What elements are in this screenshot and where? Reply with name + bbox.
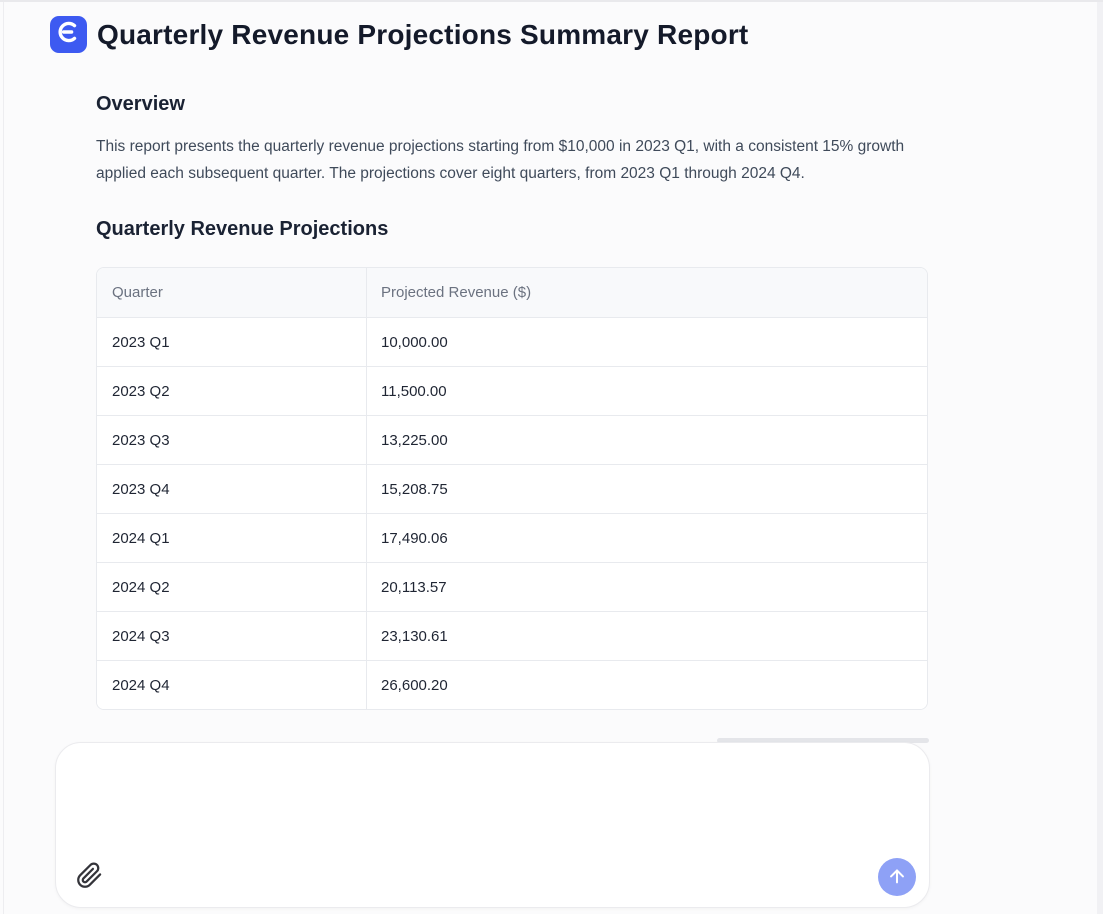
cell-quarter: 2024 Q1 (97, 513, 366, 562)
table-row: 2023 Q1 10,000.00 (97, 317, 927, 366)
cell-revenue: 26,600.20 (366, 660, 927, 709)
table-row: 2024 Q2 20,113.57 (97, 562, 927, 611)
cell-revenue: 17,490.06 (366, 513, 927, 562)
cell-revenue: 20,113.57 (366, 562, 927, 611)
table-row: 2024 Q3 23,130.61 (97, 611, 927, 660)
window-left-border (3, 2, 4, 914)
logo-e-icon (57, 20, 81, 49)
vertical-scrollbar[interactable] (1097, 2, 1103, 914)
arrow-up-icon (886, 865, 908, 890)
projections-heading: Quarterly Revenue Projections (96, 218, 1103, 241)
cell-revenue: 11,500.00 (366, 366, 927, 415)
column-header-revenue: Projected Revenue ($) (366, 268, 927, 317)
paperclip-icon (76, 862, 103, 892)
overview-heading: Overview (96, 93, 1103, 116)
cell-quarter: 2024 Q2 (97, 562, 366, 611)
table-header-row: Quarter Projected Revenue ($) (97, 268, 927, 317)
column-header-quarter: Quarter (97, 268, 366, 317)
report-header: Quarterly Revenue Projections Summary Re… (0, 2, 1103, 53)
send-message-button[interactable] (878, 858, 916, 896)
page-title: Quarterly Revenue Projections Summary Re… (97, 19, 748, 51)
message-input[interactable] (78, 759, 907, 859)
table-row: 2024 Q4 26,600.20 (97, 660, 927, 709)
cell-revenue: 10,000.00 (366, 317, 927, 366)
cell-quarter: 2024 Q4 (97, 660, 366, 709)
cell-revenue: 23,130.61 (366, 611, 927, 660)
table-row: 2023 Q3 13,225.00 (97, 415, 927, 464)
cell-quarter: 2023 Q3 (97, 415, 366, 464)
overview-paragraph: This report presents the quarterly reven… (96, 133, 928, 187)
table-row: 2023 Q4 15,208.75 (97, 464, 927, 513)
cell-quarter: 2024 Q3 (97, 611, 366, 660)
table-row: 2023 Q2 11,500.00 (97, 366, 927, 415)
attach-file-button[interactable] (73, 861, 105, 893)
cell-quarter: 2023 Q2 (97, 366, 366, 415)
cell-revenue: 13,225.00 (366, 415, 927, 464)
cell-quarter: 2023 Q4 (97, 464, 366, 513)
table-row: 2024 Q1 17,490.06 (97, 513, 927, 562)
projections-table: Quarter Projected Revenue ($) 2023 Q1 10… (96, 267, 928, 710)
cell-revenue: 15,208.75 (366, 464, 927, 513)
message-composer[interactable] (55, 742, 930, 908)
app-logo (50, 16, 87, 53)
cell-quarter: 2023 Q1 (97, 317, 366, 366)
